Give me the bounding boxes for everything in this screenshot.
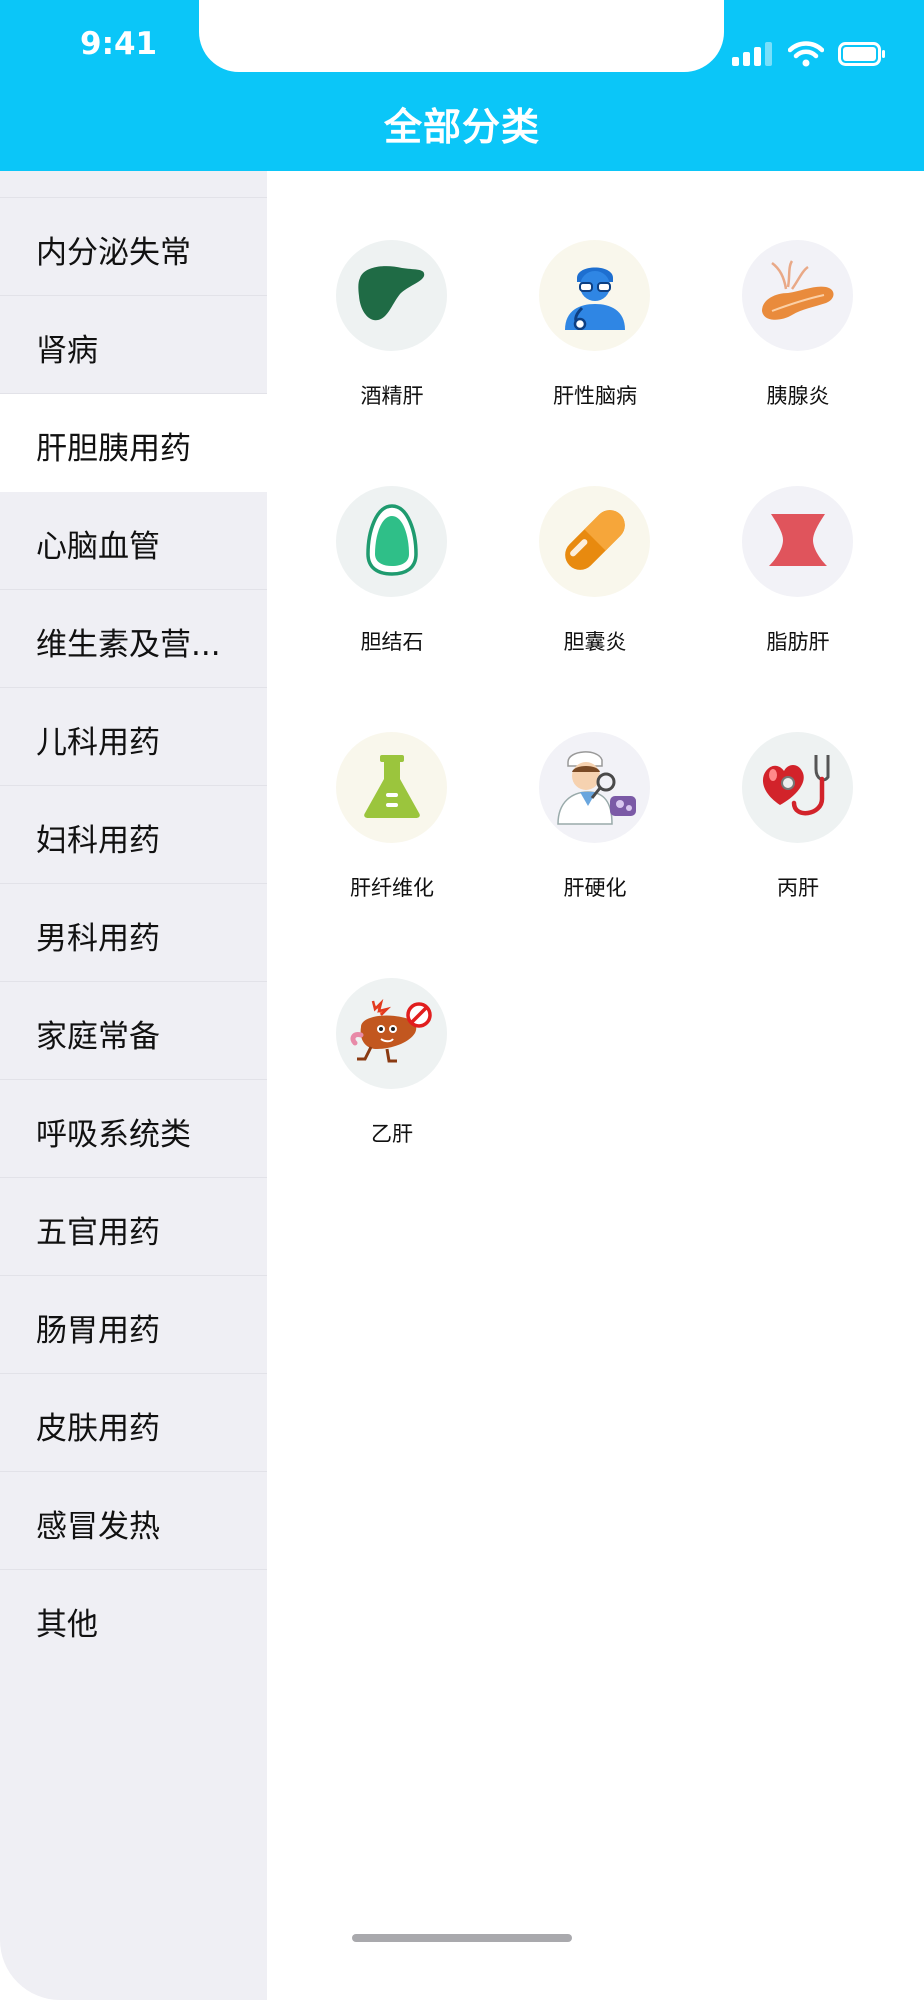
flask-icon (361, 753, 423, 823)
category-icon-circle (742, 240, 853, 351)
sidebar-item[interactable]: 维生素及营... (0, 590, 267, 688)
sidebar-item[interactable]: 家庭常备 (0, 982, 267, 1080)
category-label: 脂肪肝 (766, 630, 830, 654)
category-item[interactable]: 肝硬化 (525, 732, 665, 922)
category-item[interactable]: 乙肝 (322, 978, 462, 1168)
sidebar-item[interactable]: 心脑血管 (0, 492, 267, 590)
header-bar: 9:41 全部分类 (0, 0, 924, 171)
capsule-icon (557, 502, 633, 582)
category-sidebar: 内分泌失常 肾病 肝胆胰用药 心脑血管 维生素及营... 儿科用药 妇科用药 男… (0, 171, 267, 2000)
category-icon-circle (742, 486, 853, 597)
sidebar-item[interactable]: 感冒发热 (0, 1472, 267, 1570)
gallstone-icon (364, 502, 420, 582)
doctor-icon (560, 258, 630, 334)
category-label: 胆结石 (360, 630, 424, 654)
sidebar-item[interactable]: 呼吸系统类 (0, 1080, 267, 1178)
sidebar-item-label: 心脑血管 (36, 529, 160, 565)
sidebar-item-label: 维生素及营... (36, 627, 221, 663)
liver-icon (356, 264, 428, 328)
home-indicator[interactable] (352, 1934, 572, 1942)
sidebar-item[interactable]: 五官用药 (0, 1178, 267, 1276)
app-screen: 9:41 全部分类 内分泌失常 肾病 肝胆胰用药 心脑血管 维生素及营... 儿… (0, 0, 924, 2000)
sidebar-item-label: 肝胆胰用药 (36, 431, 191, 467)
battery-icon (838, 42, 886, 70)
sidebar-item-label: 妇科用药 (36, 823, 160, 859)
sidebar-item[interactable]: 内分泌失常 (0, 198, 267, 296)
device-notch (199, 0, 724, 72)
sidebar-item-label: 五官用药 (36, 1215, 160, 1251)
category-icon-circle (336, 732, 447, 843)
category-item[interactable]: 胆结石 (322, 486, 462, 676)
sidebar-item[interactable]: 肠胃用药 (0, 1276, 267, 1374)
sidebar-item-label: 内分泌失常 (36, 235, 191, 271)
sidebar-item-label: 感冒发热 (36, 1509, 160, 1545)
category-item[interactable]: 脂肪肝 (728, 486, 868, 676)
sidebar-item[interactable]: 妇科用药 (0, 786, 267, 884)
category-label: 肝硬化 (563, 876, 627, 900)
category-icon-circle (336, 978, 447, 1089)
sidebar-item-label: 家庭常备 (36, 1019, 160, 1055)
category-item[interactable]: 胆囊炎 (525, 486, 665, 676)
status-icons (732, 40, 886, 72)
category-grid: 酒精肝 肝性脑病 胰腺炎 胆结石 胆囊炎 脂肪肝 肝纤维化 肝硬化 丙肝 乙肝 (267, 171, 924, 2000)
category-label: 胰腺炎 (766, 384, 830, 408)
heart-stethoscope-icon (758, 749, 838, 827)
sidebar-item-active[interactable]: 肝胆胰用药 (0, 394, 267, 492)
page-title: 全部分类 (383, 105, 540, 149)
category-icon-circle (539, 240, 650, 351)
waist-icon (767, 512, 829, 572)
category-icon-circle (336, 486, 447, 597)
category-label: 乙肝 (371, 1122, 413, 1146)
sidebar-item-label: 男科用药 (36, 921, 160, 957)
sidebar-top-spacer (0, 171, 267, 198)
category-item[interactable]: 酒精肝 (322, 240, 462, 430)
category-icon-circle (742, 732, 853, 843)
category-item[interactable]: 胰腺炎 (728, 240, 868, 430)
category-icon-circle (539, 732, 650, 843)
pancreas-icon (758, 259, 838, 333)
signal-icon (732, 42, 774, 70)
category-item[interactable]: 肝性脑病 (525, 240, 665, 430)
category-label: 丙肝 (777, 876, 819, 900)
sidebar-item[interactable]: 肾病 (0, 296, 267, 394)
sidebar-item-label: 皮肤用药 (36, 1411, 160, 1447)
category-item[interactable]: 肝纤维化 (322, 732, 462, 922)
category-item[interactable]: 丙肝 (728, 732, 868, 922)
category-label: 胆囊炎 (563, 630, 627, 654)
category-label: 肝纤维化 (350, 876, 434, 900)
sidebar-item[interactable]: 皮肤用药 (0, 1374, 267, 1472)
sidebar-item-label: 儿科用药 (36, 725, 160, 761)
category-icon-circle (336, 240, 447, 351)
sidebar-item[interactable]: 男科用药 (0, 884, 267, 982)
doctor-microscope-icon (550, 746, 640, 830)
sidebar-item-label: 肠胃用药 (36, 1313, 160, 1349)
sidebar-item-label: 肾病 (36, 333, 98, 369)
wifi-icon (787, 41, 825, 71)
category-label: 酒精肝 (360, 384, 424, 408)
sidebar-item[interactable]: 其他 (0, 1570, 267, 1668)
sidebar-item-label: 其他 (36, 1607, 98, 1643)
liver-character-icon (347, 997, 437, 1071)
sidebar-item[interactable]: 儿科用药 (0, 688, 267, 786)
sidebar-item-label: 呼吸系统类 (36, 1117, 191, 1153)
status-time: 9:41 (80, 26, 158, 62)
category-label: 肝性脑病 (553, 384, 637, 408)
category-icon-circle (539, 486, 650, 597)
